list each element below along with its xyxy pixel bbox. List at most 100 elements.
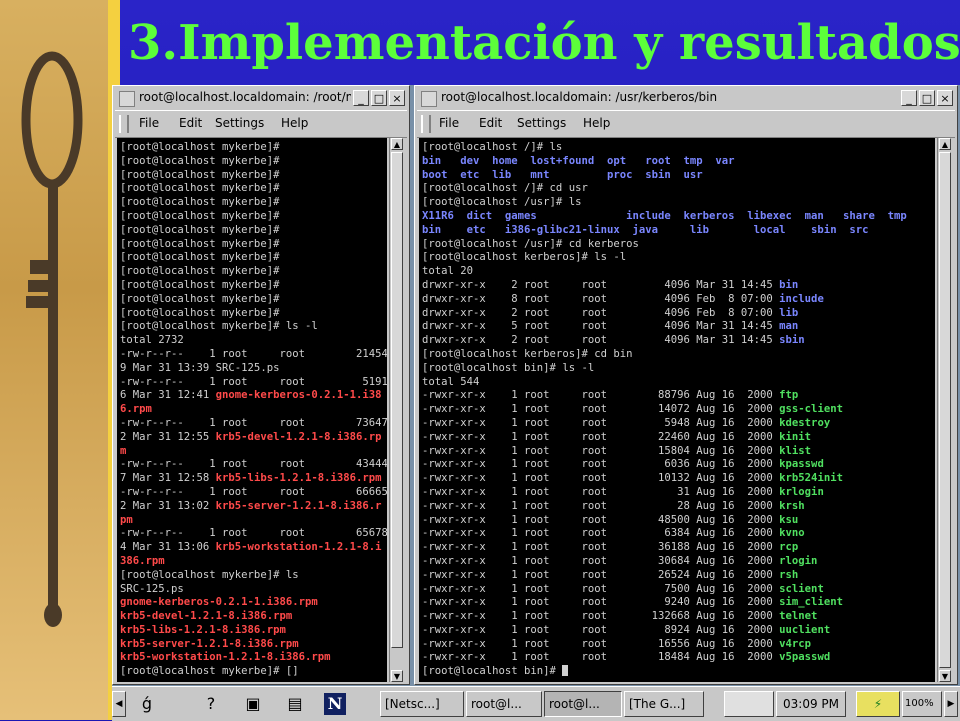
terminal-text: bin etc i386-glibc21-linux java lib loca… — [422, 223, 869, 236]
terminal-line: -rwxr-xr-x 1 root root 30684 Aug 16 2000… — [422, 555, 932, 569]
maximize-button[interactable]: □ — [371, 90, 387, 106]
terminal-text: [root@localhost mykerbe]# — [120, 141, 280, 153]
terminal-text: -rw-r--r-- 1 root root 21454 — [120, 347, 387, 360]
terminal-text: -rwxr-xr-x 1 root root 28 Aug 16 2000 — [422, 499, 780, 512]
terminal-line: [root@localhost mykerbe]# — [120, 155, 384, 169]
scroll-thumb[interactable] — [391, 152, 403, 648]
battery-percent: 100% — [902, 691, 942, 717]
taskbar-the-gimp[interactable]: [The G...] — [624, 691, 704, 717]
terminal-text: [root@localhost mykerbe]# ls — [120, 568, 299, 581]
terminal-line: 6.rpm — [120, 403, 384, 417]
terminal-text: kpasswd — [779, 458, 824, 471]
terminal-text: lib — [779, 306, 799, 319]
terminal-line: [root@localhost /usr]# cd kerberos — [422, 238, 932, 252]
terminal-line: krb5-libs-1.2.1-8.i386.rpm — [120, 624, 384, 638]
terminal-line: [root@localhost mykerbe]# — [120, 224, 384, 238]
left-terminal-output[interactable]: [root@localhost mykerbe]# [root@localhost… — [117, 138, 387, 682]
slide-title: 3.Implementación y resultados — [128, 15, 960, 71]
panel-hide-left-arrow[interactable]: ◀ — [112, 691, 126, 717]
panel-hide-right-arrow[interactable]: ▶ — [944, 691, 958, 717]
terminal-text: uuclient — [779, 623, 831, 636]
terminal-line: -rwxr-xr-x 1 root root 7500 Aug 16 2000 … — [422, 583, 932, 597]
desk-guide[interactable] — [724, 691, 774, 717]
menu-help[interactable]: Help — [281, 116, 308, 130]
menu-settings[interactable]: Settings — [517, 116, 566, 130]
menubar-grip[interactable] — [119, 115, 129, 133]
menu-help[interactable]: Help — [583, 116, 610, 130]
printer-icon[interactable]: ▤ — [284, 693, 306, 715]
terminal-line: -rwxr-xr-x 1 root root 9240 Aug 16 2000 … — [422, 596, 932, 610]
terminal-text: [root@localhost mykerbe]# — [120, 168, 280, 181]
menu-file[interactable]: File — [439, 116, 459, 130]
right-scrollbar[interactable]: ▲ ▼ — [937, 138, 954, 682]
menu-file[interactable]: File — [139, 116, 159, 130]
taskbar-terminal-1[interactable]: root@l... — [466, 691, 542, 717]
terminal-text: [root@localhost mykerbe]# — [120, 196, 280, 209]
right-window-titlebar[interactable]: root@localhost.localdomain: /usr/kerbero… — [417, 88, 955, 108]
maximize-button[interactable]: □ — [919, 90, 935, 106]
terminal-line: -rw-r--r-- 1 root root 21454 — [120, 347, 387, 362]
terminal-text: [root@localhost /]# ls — [422, 141, 563, 153]
close-button[interactable]: × — [389, 90, 405, 106]
terminal-text: -rwxr-xr-x 1 root root 9240 Aug 16 2000 — [422, 596, 780, 609]
terminal-line: [root@localhost mykerbe]# — [120, 238, 384, 252]
terminal-line: drwxr-xr-x 2 root root 4096 Mar 31 14:45… — [422, 334, 932, 348]
terminal-line: krb5-devel-1.2.1-8.i386.rpm — [120, 610, 384, 624]
terminal-line: -rwxr-xr-x 1 root root 31 Aug 16 2000 kr… — [422, 486, 932, 500]
terminal-text: 2 Mar 31 12:55 — [120, 430, 216, 443]
terminal-line: bin etc i386-glibc21-linux java lib loca… — [422, 224, 932, 238]
taskbar-netscape[interactable]: [Netsc...] — [380, 691, 464, 717]
left-window-titlebar[interactable]: root@localhost.localdomain: /root/mykerb… — [115, 88, 407, 108]
terminal-text: drwxr-xr-x 2 root root 4096 Mar 31 14:45 — [422, 278, 780, 291]
gnome-foot-icon[interactable]: ǵ — [136, 693, 158, 715]
terminal-icon[interactable]: ▣ — [242, 693, 264, 715]
scroll-down-arrow[interactable]: ▼ — [391, 670, 403, 682]
right-terminal-output[interactable]: [root@localhost /]# ls bin dev home lost+… — [419, 138, 935, 682]
menu-edit[interactable]: Edit — [479, 116, 502, 130]
terminal-line: boot etc lib mnt proc sbin usr — [422, 169, 932, 183]
left-scrollbar[interactable]: ▲ ▼ — [389, 138, 406, 682]
minimize-button[interactable]: _ — [901, 90, 917, 106]
terminal-text: -rw-r--r-- 1 root root 66665 — [120, 485, 387, 498]
terminal-text: krb5-server-1.2.1-8.i386.r — [215, 499, 382, 512]
terminal-text: [root@localhost mykerbe]# — [120, 265, 280, 278]
terminal-text: klist — [779, 444, 812, 457]
terminal-text: [] — [285, 665, 299, 678]
netscape-icon[interactable]: N — [324, 693, 346, 715]
terminal-line: [root@localhost kerberos]# cd bin — [422, 348, 932, 362]
terminal-text: 4 Mar 31 13:06 — [120, 541, 216, 554]
terminal-text: include — [779, 292, 824, 305]
scroll-up-arrow[interactable]: ▲ — [391, 138, 403, 150]
menubar-grip[interactable] — [421, 115, 431, 133]
terminal-text: gnome-kerberos-0.2.1-1.i386.rpm — [120, 596, 318, 609]
help-icon[interactable]: ? — [200, 693, 222, 715]
taskbar-terminal-2[interactable]: root@l... — [544, 691, 622, 717]
terminal-text: -rwxr-xr-x 1 root root 16556 Aug 16 2000 — [422, 637, 780, 650]
terminal-text: -rwxr-xr-x 1 root root 6036 Aug 16 2000 — [422, 458, 780, 471]
terminal-line: -rwxr-xr-x 1 root root 28 Aug 16 2000 kr… — [422, 500, 932, 514]
terminal-line: krb5-workstation-1.2.1-8.i386.rpm — [120, 651, 384, 665]
menu-settings[interactable]: Settings — [215, 116, 264, 130]
terminal-text: v4rcp — [779, 637, 812, 650]
terminal-line: -rwxr-xr-x 1 root root 15804 Aug 16 2000… — [422, 445, 932, 459]
terminal-line: [root@localhost /usr]# ls — [422, 196, 932, 210]
left-terminal-window: root@localhost.localdomain: /root/mykerb… — [112, 85, 410, 685]
terminal-line: [root@localhost mykerbe]# — [120, 279, 384, 293]
battery-icon[interactable]: ⚡ — [856, 691, 900, 717]
terminal-text: [root@localhost mykerbe]# — [120, 154, 280, 167]
terminal-text: kvno — [779, 527, 805, 540]
minimize-button[interactable]: _ — [353, 90, 369, 106]
menu-edit[interactable]: Edit — [179, 116, 202, 130]
scroll-down-arrow[interactable]: ▼ — [939, 670, 951, 682]
window-menu-icon[interactable] — [421, 91, 437, 107]
terminal-text: 386.rpm — [120, 554, 165, 567]
panel-clock[interactable]: 03:09 PM — [776, 691, 846, 717]
close-button[interactable]: × — [937, 90, 953, 106]
terminal-text: [root@localhost bin]# — [422, 665, 563, 678]
terminal-line: -rwxr-xr-x 1 root root 10132 Aug 16 2000… — [422, 472, 932, 486]
scroll-thumb[interactable] — [939, 152, 951, 668]
window-menu-icon[interactable] — [119, 91, 135, 107]
right-window-menubar: File Edit Settings Help — [417, 110, 955, 138]
scroll-up-arrow[interactable]: ▲ — [939, 138, 951, 150]
terminal-line: [root@localhost mykerbe]# — [120, 141, 384, 155]
